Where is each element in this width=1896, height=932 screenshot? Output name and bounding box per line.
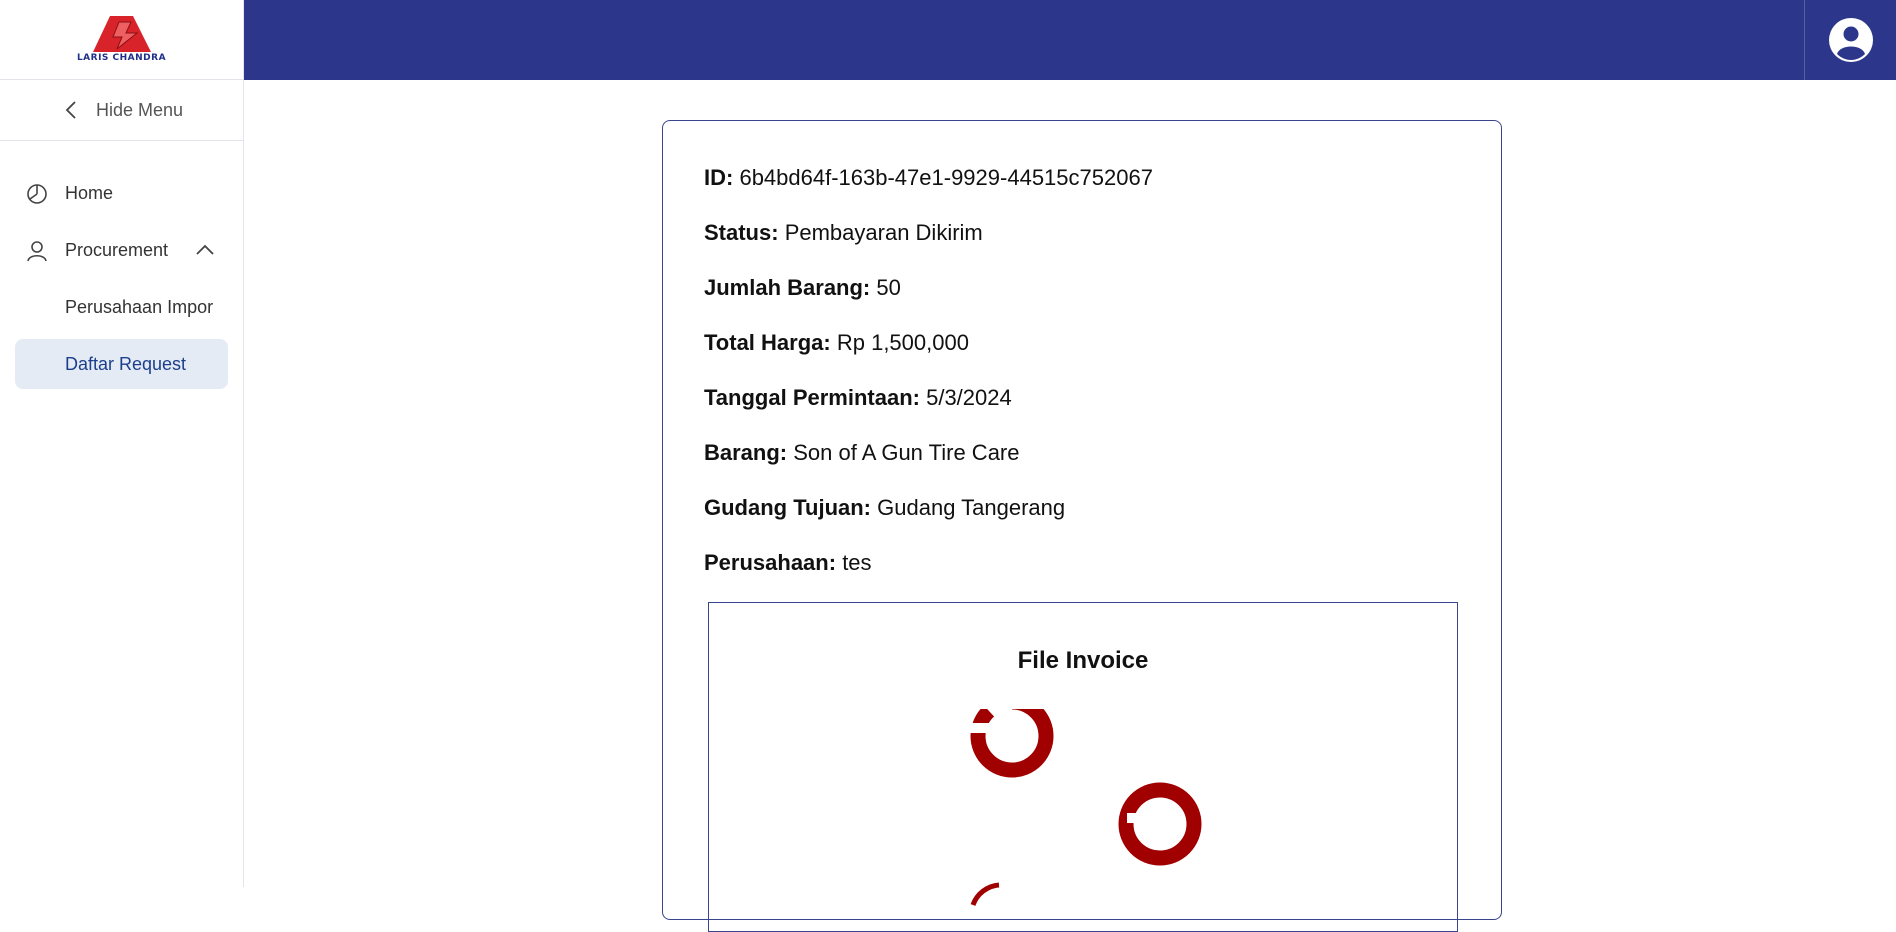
hide-menu-label: Hide Menu xyxy=(95,99,184,120)
sidebar-item-label: Daftar Request xyxy=(65,353,187,374)
loading-spinner-icon xyxy=(969,693,1055,778)
user-circle-icon xyxy=(1828,18,1873,62)
detail-value: Gudang Tangerang xyxy=(877,495,1066,520)
logo-icon xyxy=(92,16,151,52)
detail-label: Status: xyxy=(704,220,779,245)
chevron-left-icon xyxy=(60,99,82,121)
detail-request-date: Tanggal Permintaan: 5/3/2024 xyxy=(704,385,1012,411)
sidebar-item-daftar-request[interactable]: Daftar Request xyxy=(15,339,228,389)
invoice-viewer: File Invoice xyxy=(708,602,1458,932)
invoice-title: File Invoice xyxy=(1017,647,1149,674)
pie-chart-icon xyxy=(25,182,49,206)
top-header xyxy=(244,0,1896,80)
detail-company: Perusahaan: tes xyxy=(704,550,872,576)
sidebar-item-label: Procurement xyxy=(65,240,169,260)
request-detail-card: ID: 6b4bd64f-163b-47e1-9929-44515c752067… xyxy=(662,120,1502,932)
avatar-button[interactable] xyxy=(1804,0,1896,80)
brand-name: LARIS CHANDRA xyxy=(76,53,167,63)
sidebar-item-perusahaan-impor[interactable]: Perusahaan Impor xyxy=(0,279,243,336)
sidebar-item-home[interactable]: Home xyxy=(0,165,243,222)
detail-label: Perusahaan: xyxy=(704,550,837,575)
detail-value: Son of A Gun Tire Care xyxy=(793,440,1020,465)
detail-label: ID: xyxy=(704,165,734,190)
detail-item: Barang: Son of A Gun Tire Care xyxy=(704,440,1020,466)
sidebar-nav: Home Procurement Perusahaan Impor Daftar… xyxy=(0,141,243,389)
hide-menu-button[interactable]: Hide Menu xyxy=(0,80,243,141)
detail-label: Gudang Tujuan: xyxy=(704,495,872,520)
user-icon xyxy=(25,239,49,263)
detail-total-price: Total Harga: Rp 1,500,000 xyxy=(704,330,969,356)
detail-label: Tanggal Permintaan: xyxy=(704,385,920,410)
sidebar-item-label: Home xyxy=(65,183,114,203)
detail-warehouse: Gudang Tujuan: Gudang Tangerang xyxy=(704,495,1065,521)
detail-status: Status: Pembayaran Dikirim xyxy=(704,220,983,246)
loading-spinner-icon xyxy=(970,882,1000,906)
detail-label: Barang: xyxy=(704,440,788,465)
detail-value: tes xyxy=(842,550,872,575)
sidebar-item-label: Perusahaan Impor xyxy=(65,297,214,317)
loading-spinner-icon xyxy=(1118,782,1202,866)
detail-quantity: Jumlah Barang: 50 xyxy=(704,275,901,301)
detail-value: Rp 1,500,000 xyxy=(836,330,969,355)
detail-value: 50 xyxy=(876,275,901,300)
sidebar: LARIS CHANDRA Hide Menu Home Procurement… xyxy=(0,0,244,887)
sidebar-item-procurement[interactable]: Procurement xyxy=(0,222,243,279)
detail-value: 6b4bd64f-163b-47e1-9929-44515c752067 xyxy=(739,165,1153,190)
detail-value: Pembayaran Dikirim xyxy=(784,220,983,245)
chevron-up-icon[interactable] xyxy=(193,238,217,262)
brand-logo[interactable]: LARIS CHANDRA xyxy=(0,0,243,80)
detail-label: Jumlah Barang: xyxy=(704,275,871,300)
detail-id: ID: 6b4bd64f-163b-47e1-9929-44515c752067 xyxy=(704,165,1153,191)
detail-label: Total Harga: xyxy=(704,330,831,355)
detail-value: 5/3/2024 xyxy=(926,385,1012,410)
